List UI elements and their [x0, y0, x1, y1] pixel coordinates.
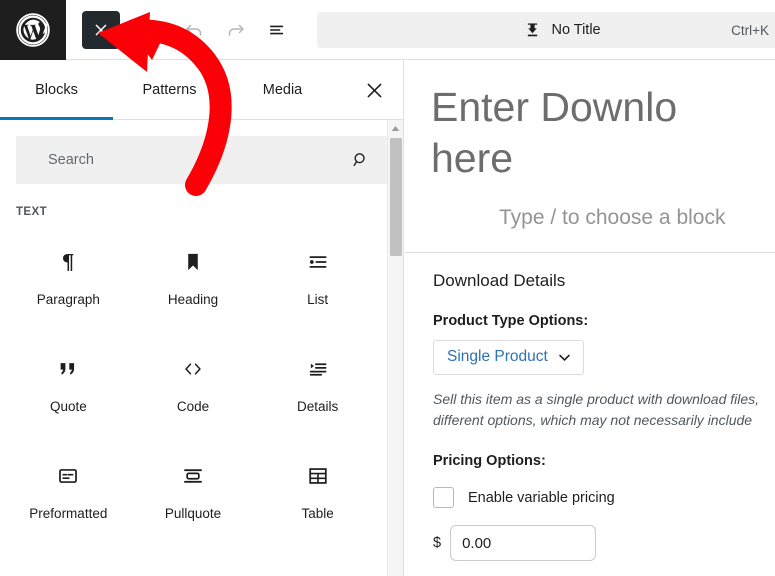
- undo-icon[interactable]: [176, 12, 212, 48]
- product-type-select[interactable]: Single Product: [433, 339, 584, 375]
- block-label: Table: [301, 506, 334, 521]
- heading-icon: [180, 248, 206, 276]
- currency-symbol: $: [433, 535, 442, 552]
- tab-blocks[interactable]: Blocks: [0, 60, 113, 120]
- block-grid: ¶ Paragraph Heading List Quote Code Deta…: [0, 218, 386, 545]
- post-title-line-1: Enter Downlo: [431, 84, 678, 130]
- block-label: Pullquote: [164, 506, 222, 521]
- help-text-line-1: Sell this item as a single product with …: [433, 390, 760, 407]
- code-icon: [180, 355, 206, 383]
- tab-patterns-label: Patterns: [142, 81, 197, 98]
- list-icon: [305, 248, 331, 276]
- details-icon: [305, 355, 331, 383]
- inserter-tabs: Blocks Patterns Media: [0, 60, 403, 120]
- block-item-list[interactable]: List: [255, 224, 380, 331]
- block-inserter-panel: Blocks Patterns Media Search TEXT ¶ Para…: [0, 60, 404, 576]
- block-category-label: TEXT: [16, 206, 47, 218]
- wordpress-block-editor: No Title Ctrl+K Blocks Patterns Media Se…: [0, 0, 775, 576]
- panel-heading: Download Details: [433, 270, 566, 290]
- paragraph-icon: ¶: [55, 248, 81, 276]
- enable-variable-pricing-label: Enable variable pricing: [468, 489, 615, 506]
- tab-media-label: Media: [262, 81, 303, 98]
- edit-pencil-icon[interactable]: [134, 12, 170, 48]
- tab-media[interactable]: Media: [226, 60, 339, 119]
- block-item-preformatted[interactable]: Preformatted: [6, 438, 131, 545]
- table-icon: [305, 462, 331, 490]
- post-title-placeholder[interactable]: Enter Downlo here: [431, 82, 775, 184]
- wordpress-logo-icon[interactable]: [0, 0, 66, 60]
- enable-variable-pricing-checkbox[interactable]: [433, 487, 454, 509]
- svg-text:¶: ¶: [62, 250, 75, 274]
- command-bar-title: No Title: [551, 22, 601, 38]
- price-input[interactable]: [450, 525, 597, 562]
- block-item-heading[interactable]: Heading: [130, 224, 256, 331]
- empty-block-placeholder[interactable]: Type / to choose a block: [499, 206, 775, 230]
- help-text-line-2: different options, which may not necessa…: [433, 411, 753, 428]
- block-label: Quote: [49, 399, 87, 414]
- tab-patterns[interactable]: Patterns: [113, 60, 226, 119]
- command-bar[interactable]: No Title Ctrl+K: [317, 12, 775, 48]
- inserter-body: TEXT ¶ Paragraph H: [0, 120, 403, 576]
- inserter-scrollbar[interactable]: [387, 120, 403, 576]
- scrollbar-thumb[interactable]: [390, 138, 402, 256]
- search-section: [0, 120, 403, 184]
- product-type-value: Single Product: [447, 348, 548, 366]
- pricing-options-label: Pricing Options:: [433, 453, 546, 470]
- block-item-table[interactable]: Table: [255, 438, 380, 545]
- pullquote-icon: [180, 462, 206, 490]
- download-icon: [523, 21, 542, 40]
- product-type-help-text: Sell this item as a single product with …: [433, 389, 775, 432]
- block-item-code[interactable]: Code: [130, 331, 256, 438]
- scroll-up-arrow-icon[interactable]: [388, 120, 403, 136]
- block-label: Details: [297, 399, 339, 414]
- search-box[interactable]: [16, 136, 387, 184]
- editor-header: No Title Ctrl+K: [0, 0, 775, 60]
- block-item-pullquote[interactable]: Pullquote: [130, 438, 256, 545]
- block-item-paragraph[interactable]: ¶ Paragraph: [6, 224, 131, 331]
- close-icon: [367, 83, 381, 97]
- search-input[interactable]: [30, 152, 349, 168]
- command-bar-shortcut: Ctrl+K: [731, 22, 769, 38]
- close-inserter-panel-button[interactable]: [357, 73, 391, 107]
- block-item-quote[interactable]: Quote: [6, 331, 131, 438]
- block-label: List: [307, 292, 329, 307]
- block-label: Preformatted: [29, 506, 108, 521]
- download-details-panel: Download Details Product Type Options: S…: [405, 253, 775, 562]
- block-label: Heading: [167, 292, 219, 307]
- redo-icon[interactable]: [218, 12, 254, 48]
- price-row: $: [433, 525, 775, 562]
- block-item-details[interactable]: Details: [255, 331, 380, 438]
- chevron-down-icon: [557, 350, 572, 365]
- tab-blocks-label: Blocks: [35, 81, 78, 98]
- document-overview-icon[interactable]: [260, 12, 296, 48]
- search-icon: [349, 148, 373, 172]
- block-label: Code: [176, 399, 210, 414]
- block-label: Paragraph: [36, 292, 100, 307]
- post-title-area[interactable]: Enter Downlo here Type / to choose a blo…: [405, 60, 775, 230]
- editor-canvas: Enter Downlo here Type / to choose a blo…: [405, 60, 775, 576]
- quote-icon: [55, 355, 81, 383]
- post-title-line-2: here: [431, 134, 514, 181]
- enable-variable-pricing-row[interactable]: Enable variable pricing: [433, 487, 775, 509]
- product-type-label: Product Type Options:: [433, 312, 589, 329]
- preformatted-icon: [55, 462, 81, 490]
- close-inserter-button[interactable]: [82, 10, 120, 49]
